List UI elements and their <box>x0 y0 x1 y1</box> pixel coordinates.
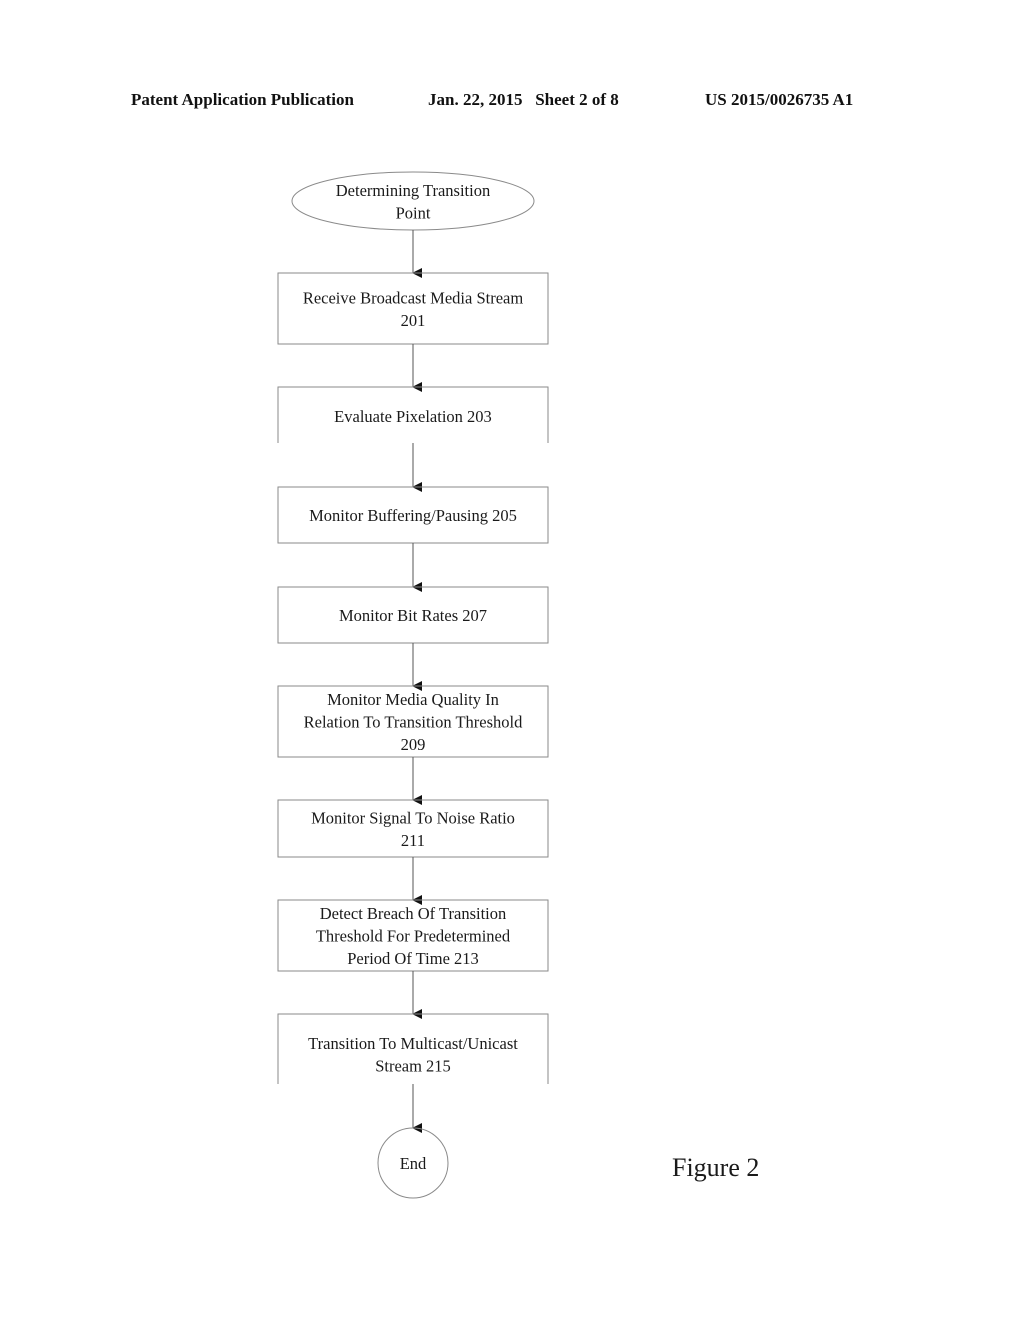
process-label-201: 201 <box>401 311 426 330</box>
process-label-207: Monitor Bit Rates 207 <box>339 606 487 625</box>
process-label-213: Period Of Time 213 <box>347 949 479 968</box>
process-label-213: Detect Breach Of Transition <box>320 904 507 923</box>
process-label-209: Relation To Transition Threshold <box>304 713 523 732</box>
process-label-215: Stream 215 <box>375 1056 451 1075</box>
start-terminal-label: Point <box>396 203 431 222</box>
process-label-201: Receive Broadcast Media Stream <box>303 288 524 307</box>
process-label-215: Transition To Multicast/Unicast <box>308 1034 518 1053</box>
start-terminal-label: Determining Transition <box>336 181 490 200</box>
process-label-213: Threshold For Predetermined <box>316 927 511 946</box>
end-terminal-label: End <box>400 1154 427 1173</box>
process-label-205: Monitor Buffering/Pausing 205 <box>309 506 517 525</box>
process-label-211: Monitor Signal To Noise Ratio <box>311 808 515 827</box>
figure-label: Figure 2 <box>672 1153 759 1182</box>
flowchart: Determining Transition Point Receive Broad… <box>277 171 759 1199</box>
process-label-209: Monitor Media Quality In <box>327 690 499 709</box>
process-label-209: 209 <box>401 735 426 754</box>
process-label-211: 211 <box>401 831 425 850</box>
process-box-201 <box>277 272 549 345</box>
process-label-203: Evaluate Pixelation 203 <box>334 407 492 426</box>
